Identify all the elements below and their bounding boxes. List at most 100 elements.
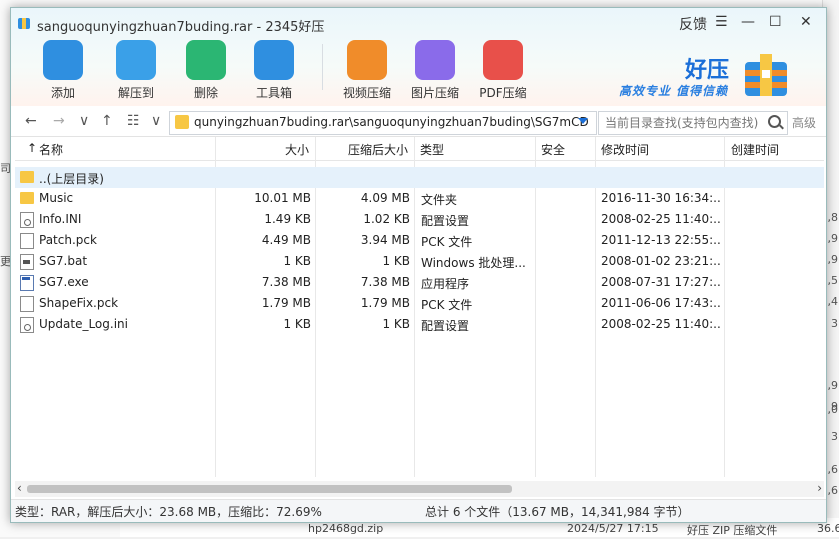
cell-name: ShapeFix.pck bbox=[39, 296, 119, 310]
haozip-app-icon bbox=[18, 18, 30, 29]
close-button[interactable]: ✕ bbox=[800, 14, 812, 30]
bg-right-value: 3 bbox=[831, 317, 838, 330]
toolbar-label: 视频压缩 bbox=[342, 86, 391, 100]
cell-type: 文件夹 bbox=[421, 193, 458, 207]
folder-file-icon bbox=[20, 171, 34, 183]
table-row[interactable]: Music 10.01 MB 4.09 MB 文件夹 2016-11-30 16:34:… bbox=[15, 188, 824, 209]
cell-mtime: 2011-12-13 22:55:... bbox=[601, 233, 721, 247]
cell-packed: 1 KB bbox=[382, 317, 410, 331]
cell-packed: 1 KB bbox=[382, 254, 410, 268]
bg-right-value: 3 bbox=[831, 430, 838, 443]
view-mode-dropdown-icon[interactable]: ∨ bbox=[151, 113, 161, 129]
toolbar-label: 工具箱 bbox=[255, 86, 292, 100]
image-compress-icon bbox=[415, 40, 455, 80]
scroll-left-icon[interactable]: ‹ bbox=[17, 481, 22, 495]
navigation-bar: ← → ∨ ↑ ☷ ∨ qunyingzhuan7buding.rar\sang… bbox=[11, 108, 826, 137]
brand-logo: 好压 高效专业 值得信赖 bbox=[617, 48, 817, 104]
column-packed-size[interactable]: 压缩后大小 bbox=[348, 141, 408, 158]
cell-name: SG7.bat bbox=[39, 254, 88, 268]
cell-mtime: 2008-01-02 23:21:... bbox=[601, 254, 721, 268]
table-row[interactable]: Info.INI 1.49 KB 1.02 KB 配置设置 2008-02-25 11:… bbox=[15, 209, 824, 230]
cell-mtime: 2016-11-30 16:34:... bbox=[601, 191, 721, 205]
table-row[interactable]: ..(上层目录) bbox=[15, 167, 824, 188]
cell-type: Windows 批处理... bbox=[421, 256, 526, 270]
cfg-file-icon bbox=[20, 317, 34, 333]
toolbar-button-recycle-delete[interactable]: 删除 bbox=[176, 40, 236, 101]
folder-file-icon bbox=[20, 192, 34, 204]
title-bar: sanguoqunyingzhuan7buding.rar - 2345好压 反… bbox=[11, 8, 826, 106]
bg-file-type: 好压 ZIP 压缩文件 bbox=[687, 524, 778, 537]
cell-size: 7.38 MB bbox=[261, 275, 311, 289]
doc-file-icon bbox=[20, 233, 34, 249]
table-row[interactable]: ShapeFix.pck 1.79 MB 1.79 MB PCK 文件 2011-06-… bbox=[15, 293, 824, 314]
add-archive-icon bbox=[43, 40, 83, 80]
file-list: ↑ 名称 大小 压缩后大小 类型 安全 修改时间 创建时间 ..(上层目录) Mu… bbox=[15, 137, 824, 477]
address-dropdown-icon[interactable] bbox=[578, 118, 588, 124]
toolbar-button-pdf-compress[interactable]: PDF压缩 bbox=[473, 40, 533, 101]
bat-file-icon bbox=[20, 254, 34, 270]
column-type[interactable]: 类型 bbox=[420, 141, 444, 158]
table-row[interactable]: SG7.exe 7.38 MB 7.38 MB 应用程序 2008-07-31 17:2… bbox=[15, 272, 824, 293]
cell-name: ..(上层目录) bbox=[39, 172, 104, 186]
cell-packed: 3.94 MB bbox=[360, 233, 410, 247]
toolbar-button-toolbox[interactable]: 工具箱 bbox=[244, 40, 304, 101]
toolbar-label: PDF压缩 bbox=[479, 86, 527, 100]
history-dropdown-icon[interactable]: ∨ bbox=[79, 113, 89, 129]
back-arrow-icon[interactable]: ← bbox=[25, 113, 37, 129]
sort-up-icon[interactable]: ↑ bbox=[27, 141, 37, 155]
column-size[interactable]: 大小 bbox=[285, 141, 309, 158]
haozip-window: sanguoqunyingzhuan7buding.rar - 2345好压 反… bbox=[10, 7, 827, 523]
advanced-search-link[interactable]: 高级 bbox=[792, 114, 816, 131]
toolbar-button-image-compress[interactable]: 图片压缩 bbox=[405, 40, 465, 101]
column-name[interactable]: 名称 bbox=[39, 141, 63, 158]
search-icon[interactable] bbox=[768, 115, 781, 128]
cell-type: 配置设置 bbox=[421, 319, 470, 333]
scroll-right-icon[interactable]: › bbox=[817, 481, 822, 495]
view-mode-icon[interactable]: ☷ bbox=[127, 113, 140, 129]
table-row[interactable]: Update_Log.ini 1 KB 1 KB 配置设置 2008-02-25 11:… bbox=[15, 314, 824, 335]
cell-mtime: 2011-06-06 17:43:... bbox=[601, 296, 721, 310]
search-box[interactable] bbox=[598, 111, 788, 135]
menu-icon[interactable]: ☰ bbox=[715, 14, 728, 30]
horizontal-scrollbar[interactable]: ‹ › bbox=[15, 481, 824, 497]
maximize-button[interactable]: ☐ bbox=[769, 14, 782, 30]
cell-type: PCK 文件 bbox=[421, 235, 473, 249]
toolbar-button-extract[interactable]: 解压到 bbox=[106, 40, 166, 101]
cell-name: Update_Log.ini bbox=[39, 317, 128, 331]
column-created[interactable]: 创建时间 bbox=[731, 141, 779, 158]
brand-slogan: 高效专业 值得信赖 bbox=[619, 84, 729, 98]
cell-mtime: 2008-02-25 11:40:... bbox=[601, 212, 721, 226]
cell-mtime: 2008-07-31 17:27:... bbox=[601, 275, 721, 289]
cell-type: 应用程序 bbox=[421, 277, 470, 291]
exe-file-icon bbox=[20, 275, 34, 291]
cell-size: 1.49 KB bbox=[264, 212, 311, 226]
search-input[interactable] bbox=[603, 114, 767, 132]
cell-size: 1.79 MB bbox=[261, 296, 311, 310]
cfg-file-icon bbox=[20, 212, 34, 228]
table-row[interactable]: Patch.pck 4.49 MB 3.94 MB PCK 文件 2011-12-13 … bbox=[15, 230, 824, 251]
cell-packed: 1.02 KB bbox=[363, 212, 410, 226]
cell-name: Patch.pck bbox=[39, 233, 97, 247]
minimize-button[interactable]: — bbox=[741, 14, 755, 30]
feedback-link[interactable]: 反馈 bbox=[679, 14, 707, 34]
forward-arrow-icon[interactable]: → bbox=[53, 113, 65, 129]
scrollbar-thumb[interactable] bbox=[27, 485, 512, 493]
column-modified[interactable]: 修改时间 bbox=[601, 141, 649, 158]
brand-name: 好压 bbox=[685, 58, 730, 83]
up-directory-icon[interactable]: ↑ bbox=[101, 113, 113, 129]
toolbar-button-add-archive[interactable]: 添加 bbox=[33, 40, 93, 101]
cell-size: 10.01 MB bbox=[254, 191, 311, 205]
brand-box-icon bbox=[745, 54, 787, 96]
status-bar: 类型：RAR，解压后大小：23.68 MB，压缩比：72.69% 总计 6 个文… bbox=[11, 499, 826, 522]
window-title: sanguoqunyingzhuan7buding.rar - 2345好压 bbox=[37, 20, 325, 35]
table-row[interactable]: SG7.bat 1 KB 1 KB Windows 批处理... 2008-01-02 … bbox=[15, 251, 824, 272]
toolbar-button-video-compress[interactable]: 视频压缩 bbox=[337, 40, 397, 101]
toolbar-label: 删除 bbox=[193, 86, 218, 100]
bg-file-date: 2024/5/27 17:15 bbox=[567, 522, 659, 535]
bg-file-size: 36.6 bbox=[817, 522, 839, 535]
column-security[interactable]: 安全 bbox=[541, 141, 565, 158]
cell-size: 1 KB bbox=[283, 317, 311, 331]
cell-size: 1 KB bbox=[283, 254, 311, 268]
cell-type: 配置设置 bbox=[421, 214, 470, 228]
address-bar[interactable]: qunyingzhuan7buding.rar\sanguoqunyingzhu… bbox=[169, 111, 597, 135]
